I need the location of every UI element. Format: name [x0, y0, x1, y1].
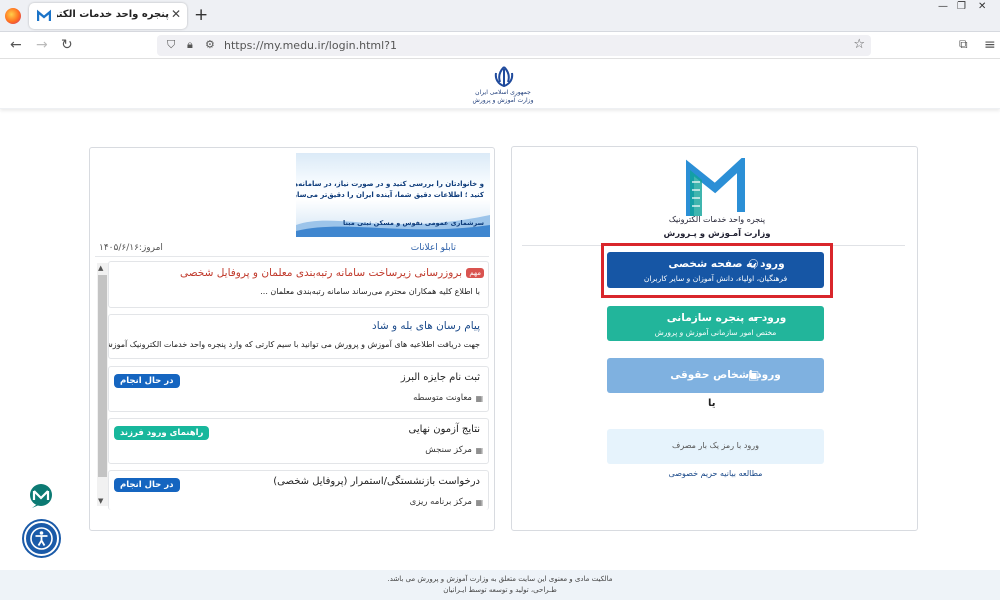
messenger-logo-icon[interactable]	[28, 483, 54, 509]
legal-entity-login-label: ورود اشخاص حقوقی	[670, 369, 781, 381]
login-panel: پنجره واحد خدمات الکترونیک وزارت آمـوزش …	[511, 146, 918, 531]
medu-favicon-icon	[37, 9, 51, 21]
service-department: مرکز برنامه ریزی	[409, 497, 472, 507]
status-in-progress-button[interactable]: در حال انجام	[114, 478, 180, 492]
scroll-up-icon[interactable]: ▲	[98, 264, 103, 272]
header-ministry-text: وزارت آموزش و پرورش	[472, 97, 534, 104]
close-window-button[interactable]: ✕	[978, 0, 986, 14]
bookmark-star-icon[interactable]: ☆	[853, 37, 865, 52]
reload-icon[interactable]: ↻	[61, 37, 73, 53]
back-arrow-icon[interactable]: ←	[10, 37, 22, 53]
service-item[interactable]: ثبت نام جایزه البرز ▦ معاونت متوسطه در ح…	[108, 366, 489, 412]
organizational-login-button[interactable]: ⌐ ورود به پنجره سازمانی مختص امور سازمان…	[607, 306, 824, 341]
service-title[interactable]: نتایج آزمون نهایی	[409, 424, 480, 435]
header-country-text: جمهوری اسلامی ایران	[475, 89, 531, 96]
announcements-scrollbar[interactable]: ▲ ▼	[97, 263, 108, 506]
iran-emblem-icon	[494, 66, 514, 88]
legal-entity-login-button[interactable]: ▣ ورود اشخاص حقوقی	[607, 358, 824, 393]
divider	[95, 256, 489, 257]
footer-credits: طـراحی، تولید و توسعه توسط ایـرانیان	[443, 586, 557, 594]
announcements-panel: و خانوادتان را بررسی کنید و در صورت نیاز…	[89, 147, 495, 531]
calendar-icon: ▦	[475, 446, 483, 455]
restore-button[interactable]: ❐	[957, 0, 966, 14]
app-subtitle: وزارت آمـوزش و پـرورش	[663, 229, 771, 239]
service-department: مرکز سنجش	[425, 445, 472, 455]
announcement-body: با اطلاع کلیه همکاران محترم می‌رساند سام…	[260, 287, 480, 296]
important-badge: مهم	[466, 268, 484, 278]
tab-close-icon[interactable]: ✕	[171, 7, 181, 21]
service-title[interactable]: ثبت نام جایزه البرز	[401, 372, 480, 383]
announcement-title[interactable]: پیام رسان های بله و شاد	[372, 320, 480, 332]
site-header: جمهوری اسلامی ایران وزارت آموزش و پرورش	[0, 59, 1000, 109]
status-in-progress-button[interactable]: در حال انجام	[114, 374, 180, 388]
app-title: پنجره واحد خدمات الکترونیک	[668, 215, 766, 224]
or-separator: یا	[708, 398, 716, 409]
announcement-body: جهت دریافت اطلاعیه های آموزش و پرورش می …	[108, 340, 480, 349]
privacy-statement-link[interactable]: مطالعه بیانیه حریم خصوصی	[607, 469, 824, 478]
personal-login-label: ورود به صفحه شخصی	[668, 258, 785, 270]
footer-copyright: مالکیت مادی و معنوی این سایت متعلق به وز…	[387, 575, 613, 583]
url-text[interactable]: https://my.medu.ir/login.html?1	[224, 39, 397, 52]
shield-icon[interactable]: ⛉	[167, 38, 175, 52]
organizational-login-subtitle: مختص امور سازمانی آموزش و پرورش	[654, 328, 777, 337]
browser-tab[interactable]: پنجره واحد خدمات الکترونیک وزارت ✕	[29, 3, 187, 29]
personal-login-subtitle: فرهنگیان، اولیاء، دانش آموزان و سایر کار…	[643, 274, 788, 283]
permissions-icon[interactable]: ⚙	[205, 38, 215, 51]
notice-board-title: تابلو اعلانات	[410, 243, 456, 253]
census-banner[interactable]: و خانوادتان را بررسی کنید و در صورت نیاز…	[296, 153, 490, 237]
announcement-title[interactable]: بروزرسانی زیرساخت سامانه رتبه‌بندی معلما…	[180, 267, 462, 279]
service-item[interactable]: درخواست بازنشستگی/استمرار (پروفایل شخصی)…	[108, 470, 489, 510]
banner-line: و خانوادتان را بررسی کنید و در صورت نیاز…	[296, 180, 484, 188]
today-date: امروز:۱۴۰۵/۶/۱۶	[99, 243, 163, 253]
extensions-icon[interactable]: ⧉	[959, 37, 968, 52]
calendar-icon: ▦	[475, 394, 483, 403]
service-department: معاونت متوسطه	[413, 393, 472, 403]
scroll-thumb[interactable]	[98, 275, 107, 477]
calendar-icon: ▦	[475, 498, 483, 507]
organizational-login-label: ورود به پنجره سازمانی	[666, 312, 787, 324]
site-footer: مالکیت مادی و معنوی این سایت متعلق به وز…	[0, 570, 1000, 600]
otp-login-label: ورود با رمز یک بار مصرف	[672, 441, 759, 450]
child-login-guide-button[interactable]: راهنمای ورود فرزند	[114, 426, 210, 440]
announcement-item[interactable]: پیام رسان های بله و شاد جهت دریافت اطلاع…	[108, 314, 489, 359]
firefox-icon[interactable]	[5, 8, 21, 24]
accessibility-icon	[30, 527, 53, 550]
scroll-down-icon[interactable]: ▼	[98, 497, 103, 505]
banner-line: سرشماری عمومی نفوس و مسکن ثبتی مبنا	[343, 219, 484, 227]
forward-arrow-icon[interactable]: →	[36, 37, 48, 53]
browser-tab-bar: پنجره واحد خدمات الکترونیک وزارت ✕ + — ❐…	[0, 0, 1000, 32]
banner-line: کنید ؛ اطلاعات دقیق شما، آینده ایران را …	[296, 191, 484, 199]
browser-nav-bar: ← → ↻ ⛉ 🔒︎ ⚙ https://my.medu.ir/login.ht…	[0, 32, 1000, 59]
service-item[interactable]: نتایج آزمون نهایی ▦ مرکز سنجش راهنمای ور…	[108, 418, 489, 464]
url-bar[interactable]: ⛉ 🔒︎ ⚙ https://my.medu.ir/login.html?1 ☆	[157, 35, 871, 56]
new-tab-button[interactable]: +	[194, 5, 208, 25]
announcement-item[interactable]: مهم بروزرسانی زیرساخت سامانه رتبه‌بندی م…	[108, 261, 489, 308]
lock-icon[interactable]: 🔒︎	[187, 38, 193, 52]
minimize-button[interactable]: —	[938, 0, 948, 14]
service-title[interactable]: درخواست بازنشستگی/استمرار (پروفایل شخصی)	[273, 476, 480, 487]
menu-icon[interactable]: ≡	[984, 37, 996, 53]
tab-title: پنجره واحد خدمات الکترونیک وزارت	[57, 9, 169, 20]
personal-login-button[interactable]: ⚇ ورود به صفحه شخصی فرهنگیان، اولیاء، دا…	[607, 252, 824, 288]
otp-login-button[interactable]: ورود با رمز یک بار مصرف	[607, 429, 824, 464]
accessibility-button[interactable]	[24, 521, 59, 556]
electronic-services-logo-icon	[686, 158, 745, 216]
